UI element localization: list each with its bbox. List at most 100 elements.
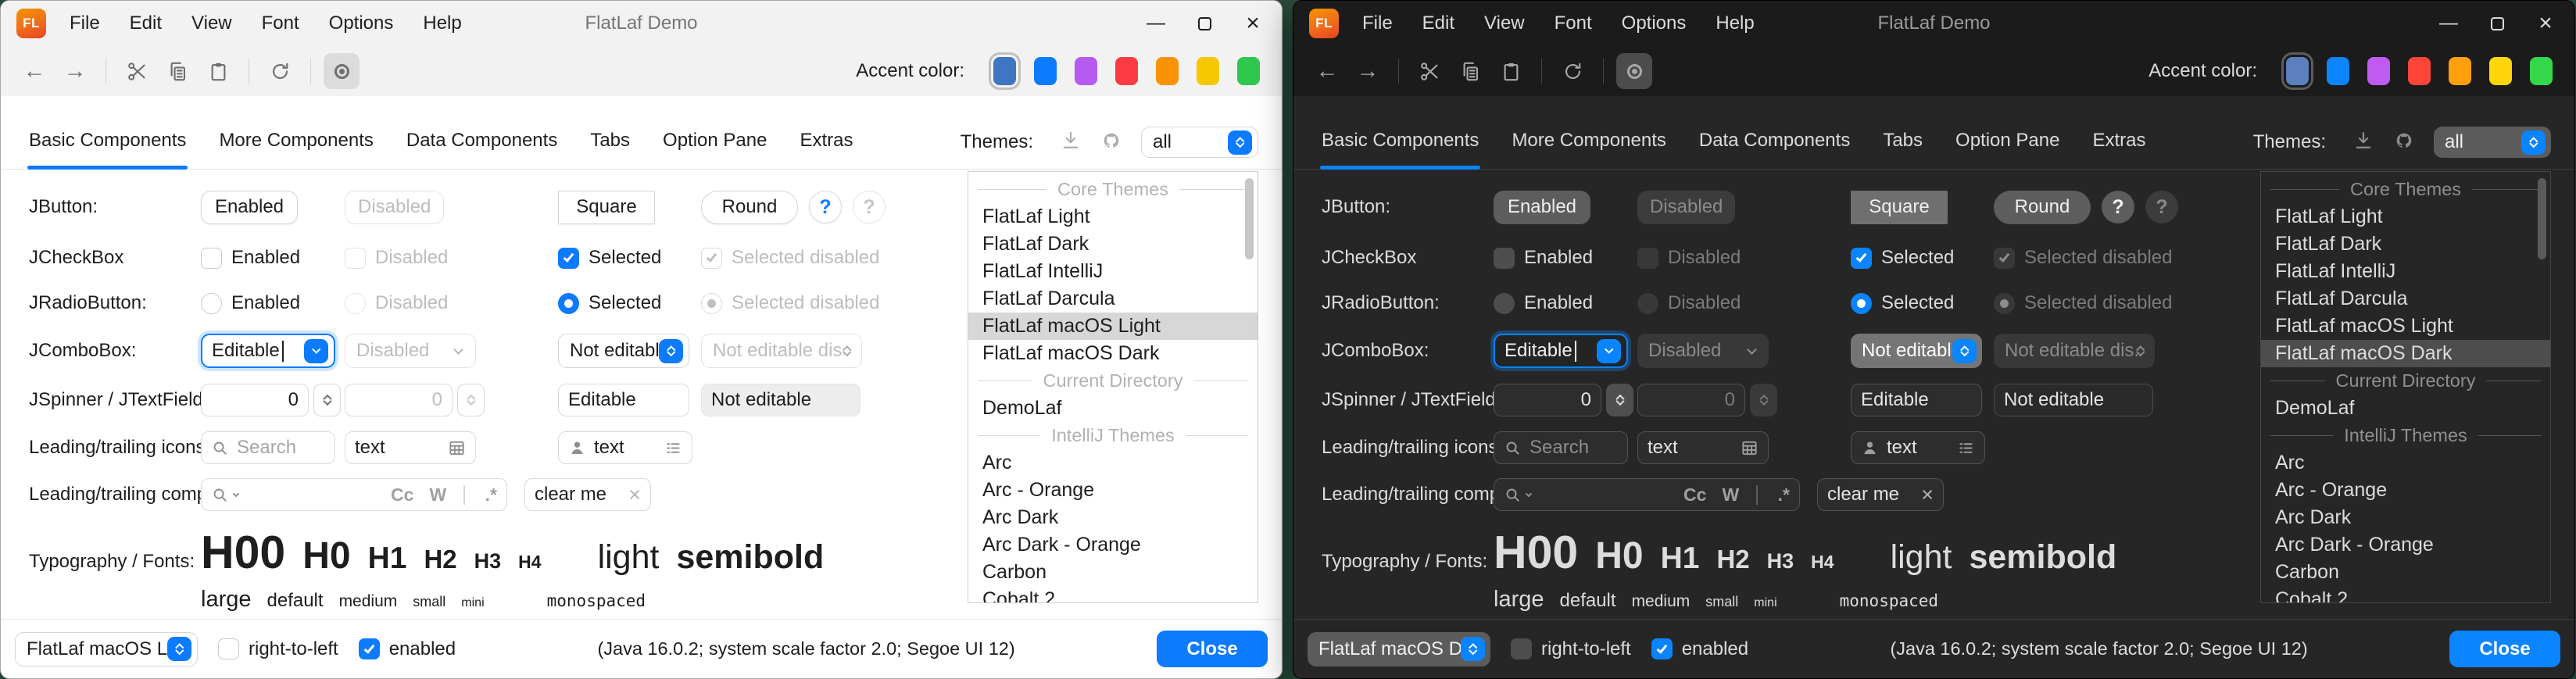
forward-button[interactable]: →: [57, 53, 93, 89]
paste-button[interactable]: [1493, 53, 1529, 89]
laf-combobox[interactable]: FlatLaf macOS Li...: [15, 632, 198, 666]
tab-tabs[interactable]: Tabs: [590, 130, 630, 169]
inspect-eye-toggle-button[interactable]: [324, 53, 360, 89]
help-button[interactable]: ?: [2102, 191, 2134, 223]
tab-extras[interactable]: Extras: [800, 130, 853, 169]
calendar-icon[interactable]: [448, 439, 466, 457]
calendar-icon[interactable]: [1741, 439, 1758, 457]
cut-button[interactable]: [1411, 53, 1447, 89]
regex-button[interactable]: .*: [485, 484, 497, 506]
match-case-button[interactable]: Cc: [1683, 484, 1706, 506]
theme-item-flatlaf-macos-dark[interactable]: FlatLaf macOS Dark: [2261, 340, 2550, 367]
radio-enabled[interactable]: Enabled: [201, 292, 300, 314]
whole-words-button[interactable]: W: [429, 484, 446, 506]
tab-data-components[interactable]: Data Components: [406, 130, 557, 169]
accent-swatch-default[interactable]: [993, 57, 1016, 85]
spinner-up-down-buttons[interactable]: [313, 384, 341, 416]
minimize-button[interactable]: —: [1132, 1, 1180, 46]
clear-icon[interactable]: ×: [1921, 483, 1934, 507]
accent-swatch-red[interactable]: [1115, 57, 1138, 85]
theme-item-flatlaf-dark[interactable]: FlatLaf Dark: [2261, 231, 2550, 258]
tab-option-pane[interactable]: Option Pane: [1955, 130, 2059, 169]
radio-enabled[interactable]: Enabled: [1494, 292, 1593, 314]
spinner[interactable]: 0: [201, 384, 341, 416]
accent-swatch-purple[interactable]: [2367, 57, 2390, 85]
themes-filter-combobox[interactable]: all: [2434, 127, 2551, 158]
theme-item-carbon[interactable]: Carbon: [968, 559, 1258, 586]
close-button[interactable]: Close: [1157, 631, 1268, 667]
search-with-options-input[interactable]: Cc W .*: [1494, 478, 1800, 511]
theme-item-arc[interactable]: Arc: [968, 449, 1258, 477]
menu-options[interactable]: Options: [329, 13, 394, 34]
round-button[interactable]: Round: [1994, 191, 2091, 224]
refresh-button[interactable]: [1555, 53, 1590, 89]
checkbox-selected[interactable]: Selected: [1851, 247, 1954, 269]
back-button[interactable]: ←: [16, 53, 52, 89]
close-window-button[interactable]: ×: [1229, 1, 1277, 46]
tab-more-components[interactable]: More Components: [219, 130, 373, 169]
editable-textfield[interactable]: Editable: [1851, 384, 1982, 416]
combobox-editable[interactable]: Editable: [201, 334, 335, 368]
checkbox-enabled[interactable]: Enabled: [1494, 247, 1593, 269]
accent-swatch-default[interactable]: [2286, 57, 2309, 85]
whole-words-button[interactable]: W: [1722, 484, 1739, 506]
github-button[interactable]: [1100, 130, 1122, 155]
menu-font[interactable]: Font: [262, 13, 299, 34]
search-with-options-input[interactable]: Cc W .*: [201, 478, 507, 511]
minimize-button[interactable]: —: [2424, 1, 2473, 46]
clear-icon[interactable]: ×: [628, 483, 641, 507]
theme-item-demolaf[interactable]: DemoLaf: [968, 395, 1258, 422]
theme-item-flatlaf-dark[interactable]: FlatLaf Dark: [968, 231, 1258, 258]
laf-combobox[interactable]: FlatLaf macOS D...: [1308, 632, 1490, 666]
cut-button[interactable]: [119, 53, 155, 89]
close-button[interactable]: Close: [2449, 631, 2560, 667]
menu-help[interactable]: Help: [423, 13, 461, 34]
themes-scrollbar-thumb[interactable]: [1245, 178, 1254, 259]
maximize-button[interactable]: [2473, 1, 2521, 46]
enabled-checkbox[interactable]: enabled: [359, 638, 456, 660]
editable-textfield[interactable]: Editable: [558, 384, 689, 416]
accent-swatch-green[interactable]: [2530, 57, 2553, 85]
theme-item-arc-dark[interactable]: Arc Dark: [968, 504, 1258, 531]
theme-item-arc-dark-orange[interactable]: Arc Dark - Orange: [968, 531, 1258, 559]
match-case-button[interactable]: Cc: [391, 484, 413, 506]
theme-item-flatlaf-darcula[interactable]: FlatLaf Darcula: [2261, 285, 2550, 313]
accent-swatch-yellow[interactable]: [1197, 57, 1219, 85]
clear-me-input[interactable]: clear me ×: [1817, 478, 1944, 511]
theme-item-cobalt-2[interactable]: Cobalt 2: [968, 586, 1258, 603]
combobox-not-editable[interactable]: Not editable: [558, 334, 689, 368]
refresh-button[interactable]: [262, 53, 298, 89]
accent-swatch-yellow[interactable]: [2489, 57, 2512, 85]
menu-view[interactable]: View: [191, 13, 232, 34]
accent-swatch-orange[interactable]: [2449, 57, 2471, 85]
text-input-with-user[interactable]: text: [1851, 431, 1985, 464]
theme-item-arc-dark[interactable]: Arc Dark: [2261, 504, 2550, 531]
square-button[interactable]: Square: [1851, 191, 1948, 224]
right-to-left-checkbox[interactable]: right-to-left: [1511, 638, 1631, 660]
download-themes-button[interactable]: [1060, 130, 1082, 155]
maximize-button[interactable]: [1180, 1, 1229, 46]
theme-item-flatlaf-light[interactable]: FlatLaf Light: [2261, 203, 2550, 231]
list-icon[interactable]: [664, 439, 682, 457]
tab-more-components[interactable]: More Components: [1512, 130, 1665, 169]
enabled-button[interactable]: Enabled: [1494, 191, 1590, 224]
combobox-editable[interactable]: Editable: [1494, 334, 1628, 368]
right-to-left-checkbox[interactable]: right-to-left: [218, 638, 338, 660]
close-window-button[interactable]: ×: [2521, 1, 2570, 46]
theme-item-flatlaf-light[interactable]: FlatLaf Light: [968, 203, 1258, 231]
paste-button[interactable]: [200, 53, 236, 89]
copy-button[interactable]: [159, 53, 195, 89]
github-button[interactable]: [2393, 130, 2415, 155]
chevron-down-icon[interactable]: [233, 490, 239, 496]
themes-filter-combobox[interactable]: all: [1141, 127, 1258, 158]
tab-basic-components[interactable]: Basic Components: [1322, 130, 1479, 169]
forward-button[interactable]: →: [1350, 53, 1386, 89]
regex-button[interactable]: .*: [1778, 484, 1790, 506]
back-button[interactable]: ←: [1309, 53, 1345, 89]
text-input-with-user[interactable]: text: [558, 431, 692, 464]
spinner-field[interactable]: 0: [201, 384, 309, 416]
radio-selected[interactable]: Selected: [1851, 292, 1954, 314]
menu-options[interactable]: Options: [1622, 13, 1687, 34]
tab-option-pane[interactable]: Option Pane: [663, 130, 767, 169]
list-icon[interactable]: [1957, 439, 1975, 457]
